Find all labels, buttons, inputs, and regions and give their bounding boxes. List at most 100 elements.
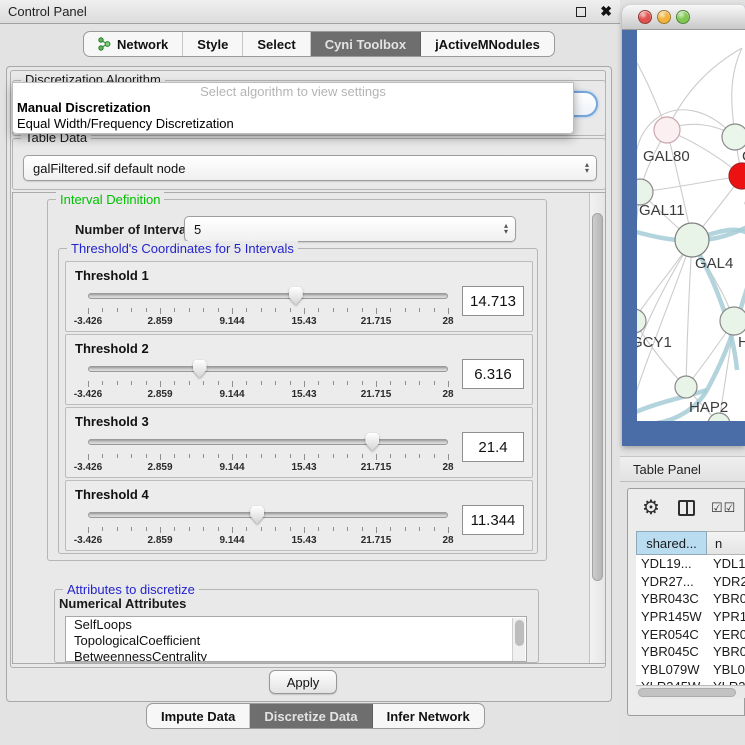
- slider-tick: [333, 454, 334, 458]
- tick-label: 9.144: [219, 389, 244, 400]
- interval-definition-group: Interval Definition Number of Intervals …: [47, 199, 547, 561]
- threshold-value-field[interactable]: 21.4: [462, 432, 524, 462]
- algorithm-option[interactable]: Equal Width/Frequency Discretization: [13, 116, 573, 132]
- network-node[interactable]: [720, 307, 745, 335]
- close-icon[interactable]: ✖: [600, 3, 612, 20]
- column-header-2[interactable]: n: [707, 531, 745, 555]
- table-row[interactable]: YER054CYER0: [636, 625, 745, 643]
- tick-label: 9.144: [219, 316, 244, 327]
- slider-tick: [131, 308, 132, 312]
- scrollbar-thumb[interactable]: [592, 213, 603, 581]
- attributes-list[interactable]: SelfLoopsTopologicalCoefficientBetweenne…: [65, 616, 527, 662]
- tick-label: 28: [442, 462, 453, 473]
- slider-tick: [390, 308, 391, 312]
- checkboxes-icon[interactable]: ☑☑: [711, 500, 736, 516]
- threshold-slider[interactable]: -3.4262.8599.14415.4321.71528: [88, 286, 448, 330]
- slider-thumb[interactable]: [250, 506, 264, 524]
- table-panel-toolbar: ⚙ ☑☑: [628, 489, 744, 527]
- num-intervals-label: Number of Intervals: [75, 222, 197, 237]
- network-window-titlebar[interactable]: [622, 5, 745, 30]
- slider-tick: [304, 454, 305, 460]
- tick-label: 21.715: [361, 316, 392, 327]
- table-row[interactable]: YBR045CYBR0: [636, 643, 745, 661]
- network-edge: [686, 240, 692, 387]
- attribute-item[interactable]: TopologicalCoefficient: [66, 633, 526, 649]
- list-scrollbar[interactable]: [512, 618, 525, 662]
- slider-tick: [318, 381, 319, 385]
- attribute-item[interactable]: SelfLoops: [66, 617, 526, 633]
- slider-tick: [376, 381, 377, 387]
- threshold-value-field[interactable]: 6.316: [462, 359, 524, 389]
- threshold-label: Threshold 1: [75, 268, 149, 283]
- slider-tick: [347, 381, 348, 385]
- network-node[interactable]: [675, 223, 709, 257]
- table-data-combobox[interactable]: galFiltered.sif default node ▴▾: [23, 155, 597, 181]
- slider-tick: [232, 308, 233, 314]
- mac-minimize-button[interactable]: [657, 10, 671, 24]
- table-row[interactable]: YPR145WYPR1: [636, 608, 745, 626]
- tab-discretize-data[interactable]: Discretize Data: [250, 704, 372, 728]
- network-node-label: GAL80: [643, 148, 690, 165]
- tab-style[interactable]: Style: [183, 32, 243, 56]
- slider-tick: [117, 308, 118, 312]
- apply-button[interactable]: Apply: [269, 670, 337, 694]
- mac-close-button[interactable]: [638, 10, 652, 24]
- threshold-label: Threshold 4: [75, 487, 149, 502]
- threshold-slider[interactable]: -3.4262.8599.14415.4321.71528: [88, 505, 448, 549]
- tab-impute-data[interactable]: Impute Data: [147, 704, 250, 728]
- threshold-slider[interactable]: -3.4262.8599.14415.4321.71528: [88, 432, 448, 476]
- tab-label: Infer Network: [387, 709, 470, 724]
- slider-tick: [275, 454, 276, 458]
- network-canvas[interactable]: GAL80GCGAL11GAL4GCY1HHAP2: [637, 30, 745, 421]
- horizontal-scrollbar-thumb[interactable]: [638, 688, 736, 697]
- slider-tick: [419, 381, 420, 385]
- tick-label: -3.426: [74, 535, 102, 546]
- settings-scroll-area: Interval Definition Number of Intervals …: [12, 192, 606, 664]
- network-node[interactable]: [675, 376, 697, 398]
- attribute-item[interactable]: BetweennessCentrality: [66, 649, 526, 662]
- slider-tick: [88, 527, 89, 533]
- slider-thumb[interactable]: [289, 287, 303, 305]
- network-node[interactable]: [654, 117, 680, 143]
- table-data-group: Table Data galFiltered.sif default node …: [12, 138, 606, 190]
- tab-label: Style: [197, 37, 228, 52]
- num-intervals-combobox[interactable]: 5 ▴▾: [184, 216, 516, 242]
- gear-icon[interactable]: ⚙: [642, 498, 660, 518]
- algorithm-prompt: Select algorithm to view settings: [13, 84, 573, 100]
- table-row[interactable]: YBL079WYBL0: [636, 661, 745, 679]
- float-window-icon[interactable]: [576, 7, 586, 17]
- table-row[interactable]: YBR043CYBR0: [636, 590, 745, 608]
- slider-thumb[interactable]: [193, 360, 207, 378]
- threshold-value-field[interactable]: 14.713: [462, 286, 524, 316]
- slider-tick: [405, 527, 406, 531]
- table-row[interactable]: YDL19...YDL1: [636, 555, 745, 573]
- columns-icon[interactable]: [678, 500, 695, 516]
- algorithm-option[interactable]: Manual Discretization: [13, 100, 573, 116]
- tab-jactivemnodules[interactable]: jActiveMNodules: [421, 32, 554, 56]
- slider-tick: [189, 308, 190, 312]
- slider-tick: [261, 381, 262, 385]
- table-row[interactable]: YDR27...YDR2: [636, 573, 745, 591]
- tab-cyni-toolbox[interactable]: Cyni Toolbox: [311, 32, 421, 56]
- tab-network[interactable]: Network: [84, 32, 183, 56]
- threshold-value-field[interactable]: 11.344: [462, 505, 524, 535]
- tab-select[interactable]: Select: [243, 32, 310, 56]
- network-node[interactable]: [722, 124, 745, 150]
- threshold-slider[interactable]: -3.4262.8599.14415.4321.71528: [88, 359, 448, 403]
- mac-zoom-button[interactable]: [676, 10, 690, 24]
- slider-thumb-shape: [365, 433, 379, 451]
- slider-tick: [405, 454, 406, 458]
- threshold-row: -3.4262.8599.14415.4321.71528 21.4: [74, 432, 524, 476]
- slider-tick: [203, 381, 204, 385]
- interval-definition-title: Interval Definition: [56, 192, 164, 207]
- slider-thumb[interactable]: [365, 433, 379, 451]
- vertical-scrollbar[interactable]: [589, 193, 605, 663]
- slider-tick: [246, 527, 247, 531]
- slider-tick: [203, 454, 204, 458]
- column-header-1[interactable]: shared...: [636, 531, 707, 555]
- slider-tick: [434, 381, 435, 385]
- list-scrollbar-thumb[interactable]: [515, 620, 524, 646]
- horizontal-scrollbar[interactable]: [636, 685, 745, 698]
- tab-infer-network[interactable]: Infer Network: [373, 704, 484, 728]
- table-rows: YDL19...YDL1YDR27...YDR2YBR043CYBR0YPR14…: [636, 555, 745, 697]
